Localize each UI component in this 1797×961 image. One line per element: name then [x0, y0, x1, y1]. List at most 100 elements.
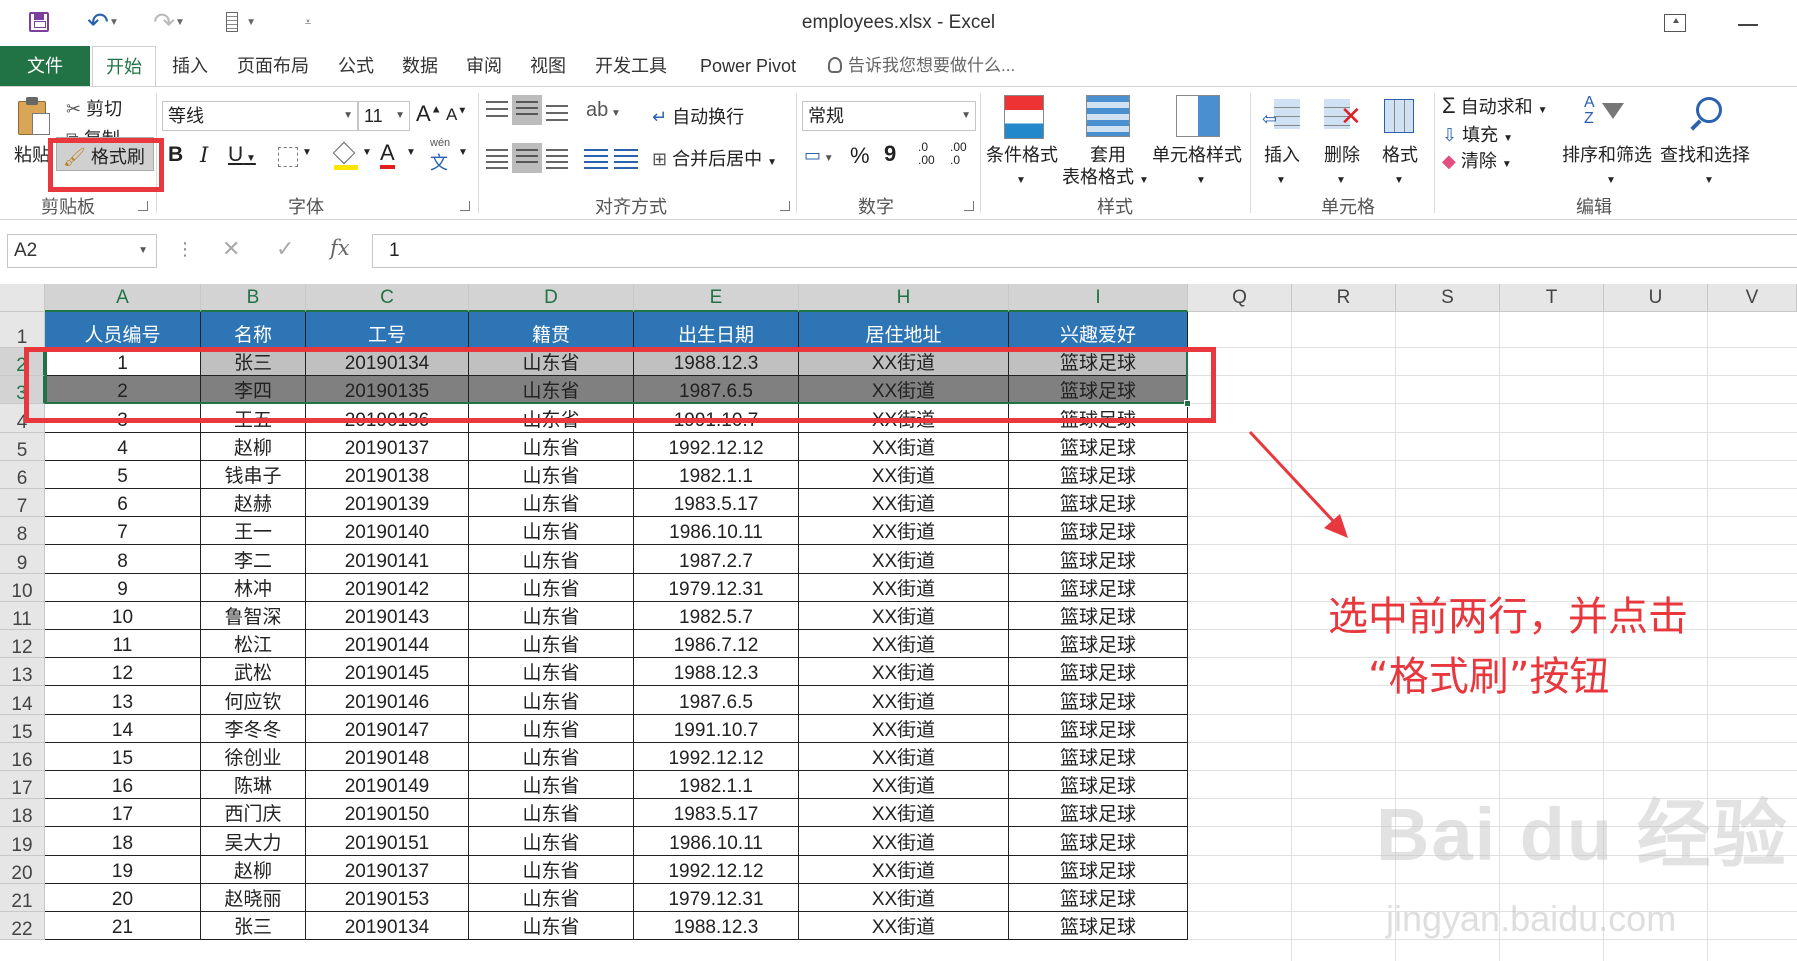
table-cell[interactable]: 山东省	[469, 771, 634, 800]
align-right-icon[interactable]	[546, 149, 568, 169]
table-cell[interactable]: 篮球足球	[1009, 601, 1188, 630]
formula-bar-grip-icon[interactable]: ⋮	[176, 239, 194, 260]
table-cell[interactable]: 13	[45, 686, 201, 715]
table-cell[interactable]: 山东省	[469, 489, 634, 518]
table-cell[interactable]: 王一	[201, 517, 306, 546]
formula-input[interactable]: 1	[372, 234, 1797, 268]
table-header-cell[interactable]: 籍贯	[469, 312, 634, 348]
table-cell[interactable]: 篮球足球	[1009, 855, 1188, 884]
row-header-18[interactable]: 18	[0, 799, 45, 828]
table-cell[interactable]: 林冲	[201, 573, 306, 602]
tab-formulas[interactable]: 公式	[328, 46, 384, 86]
bottom-align-icon[interactable]	[546, 105, 568, 123]
table-cell[interactable]: 山东省	[469, 827, 634, 856]
table-cell[interactable]: 赵柳	[201, 855, 306, 884]
table-cell[interactable]: 张三	[201, 912, 306, 941]
cell-styles-button[interactable]: 单元格样式 ▼	[1152, 141, 1242, 188]
row-header-7[interactable]: 7	[0, 489, 45, 518]
table-cell[interactable]: 8	[45, 545, 201, 574]
alignment-launcher-icon[interactable]	[780, 201, 790, 211]
tab-home[interactable]: 开始	[92, 46, 156, 87]
table-cell[interactable]: 20190144	[306, 630, 469, 659]
column-header-T[interactable]: T	[1500, 284, 1604, 312]
table-cell[interactable]: 山东省	[469, 432, 634, 461]
table-cell[interactable]: 20190137	[306, 855, 469, 884]
fill-color-icon[interactable]	[332, 141, 358, 171]
accounting-format-button[interactable]: ▭ ▼	[804, 145, 834, 166]
table-cell[interactable]: 17	[45, 799, 201, 828]
table-cell[interactable]: 山东省	[469, 573, 634, 602]
table-cell[interactable]: 20190137	[306, 432, 469, 461]
table-cell[interactable]: 篮球足球	[1009, 573, 1188, 602]
ribbon-display-options-icon[interactable]	[1664, 14, 1686, 32]
row-header-13[interactable]: 13	[0, 658, 45, 687]
table-cell[interactable]: 篮球足球	[1009, 912, 1188, 941]
row-header-11[interactable]: 11	[0, 601, 45, 630]
tab-review[interactable]: 审阅	[456, 46, 512, 86]
table-cell[interactable]: 山东省	[469, 686, 634, 715]
table-header-cell[interactable]: 居住地址	[799, 312, 1009, 348]
tab-developer[interactable]: 开发工具	[586, 46, 676, 86]
select-all-corner[interactable]	[0, 284, 45, 312]
table-cell[interactable]: 20190142	[306, 573, 469, 602]
table-cell[interactable]: 篮球足球	[1009, 432, 1188, 461]
row-header-12[interactable]: 12	[0, 630, 45, 659]
table-cell[interactable]: 20190143	[306, 601, 469, 630]
table-cell[interactable]: 武松	[201, 658, 306, 687]
row-header-19[interactable]: 19	[0, 827, 45, 856]
tab-insert[interactable]: 插入	[162, 46, 218, 86]
table-cell[interactable]: 1979.12.31	[634, 883, 799, 912]
format-as-table-button[interactable]: 表格格式 ▼	[1062, 163, 1149, 189]
row-header-20[interactable]: 20	[0, 855, 45, 884]
column-header-D[interactable]: D	[469, 284, 634, 312]
cut-button[interactable]: ✂ 剪切	[66, 95, 122, 121]
underline-button[interactable]: U ▼	[228, 143, 256, 167]
table-header-cell[interactable]: 人员编号	[45, 312, 201, 348]
table-cell[interactable]: 11	[45, 630, 201, 659]
table-cell[interactable]: 20190150	[306, 799, 469, 828]
table-cell[interactable]: 5	[45, 460, 201, 489]
table-cell[interactable]: 19	[45, 855, 201, 884]
table-cell[interactable]: 赵赫	[201, 489, 306, 518]
table-cell[interactable]: 山东省	[469, 883, 634, 912]
table-cell[interactable]: 山东省	[469, 714, 634, 743]
table-cell[interactable]: 何应钦	[201, 686, 306, 715]
table-cell[interactable]: 山东省	[469, 742, 634, 771]
table-cell[interactable]: 1983.5.17	[634, 489, 799, 518]
font-launcher-icon[interactable]	[460, 201, 470, 211]
table-cell[interactable]: 1986.10.11	[634, 827, 799, 856]
table-cell[interactable]: 20190138	[306, 460, 469, 489]
table-cell[interactable]: 4	[45, 432, 201, 461]
table-cell[interactable]: XX街道	[799, 658, 1009, 687]
paste-button[interactable]: 粘贴	[14, 141, 50, 167]
column-header-S[interactable]: S	[1396, 284, 1500, 312]
table-cell[interactable]: 1988.12.3	[634, 658, 799, 687]
decrease-font-size-button[interactable]: A▼	[446, 105, 467, 125]
table-cell[interactable]: XX街道	[799, 912, 1009, 941]
table-cell[interactable]: 篮球足球	[1009, 686, 1188, 715]
table-cell[interactable]: 1987.2.7	[634, 545, 799, 574]
table-cell[interactable]: 1992.12.12	[634, 742, 799, 771]
table-cell[interactable]: 15	[45, 742, 201, 771]
table-cell[interactable]: 篮球足球	[1009, 489, 1188, 518]
tab-page-layout[interactable]: 页面布局	[228, 46, 318, 86]
table-cell[interactable]: 山东省	[469, 601, 634, 630]
table-cell[interactable]: 10	[45, 601, 201, 630]
table-cell[interactable]: 篮球足球	[1009, 883, 1188, 912]
decrease-indent-icon[interactable]	[584, 149, 608, 169]
column-header-A[interactable]: A	[45, 284, 201, 312]
row-header-5[interactable]: 5	[0, 432, 45, 461]
tab-data[interactable]: 数据	[392, 46, 448, 86]
font-color-button[interactable]: A	[380, 141, 395, 169]
increase-font-size-button[interactable]: A▲	[416, 101, 442, 127]
table-cell[interactable]: 篮球足球	[1009, 658, 1188, 687]
table-cell[interactable]: 钱串子	[201, 460, 306, 489]
fill-color-dropdown-icon[interactable]: ▼	[362, 147, 372, 158]
row-header-8[interactable]: 8	[0, 517, 45, 546]
font-color-dropdown-icon[interactable]: ▼	[406, 147, 416, 158]
name-box[interactable]: A2 ▼	[7, 234, 157, 268]
table-cell[interactable]: 20190139	[306, 489, 469, 518]
format-cells-button[interactable]: 格式 ▼	[1382, 141, 1418, 188]
autosum-button[interactable]: Σ 自动求和 ▼	[1442, 93, 1548, 119]
comma-style-button[interactable]: 9	[884, 141, 896, 167]
